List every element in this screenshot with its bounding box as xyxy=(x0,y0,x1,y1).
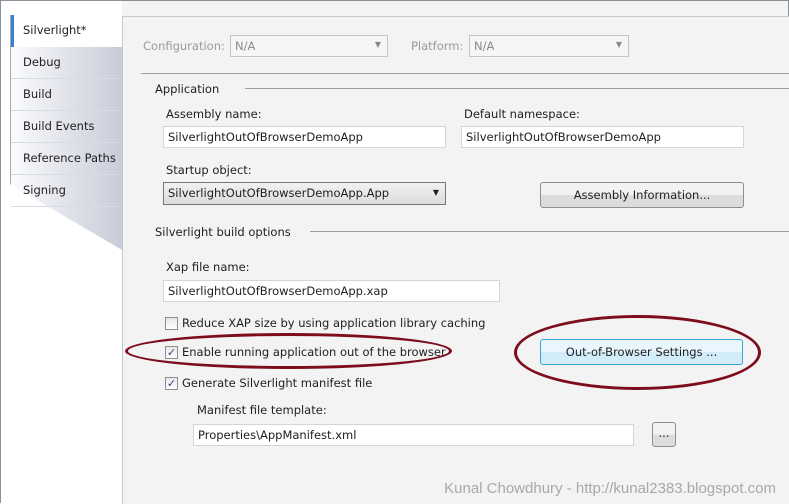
manifest-template-input[interactable]: Properties\AppManifest.xml xyxy=(193,424,634,446)
xap-file-name-label: Xap file name: xyxy=(166,260,250,274)
project-properties-window: Silverlight* Debug Build Build Events Re… xyxy=(0,0,789,504)
startup-object-label: Startup object: xyxy=(166,163,252,177)
xap-file-name-input[interactable]: SilverlightOutOfBrowserDemoApp.xap xyxy=(163,280,500,302)
tab-signing[interactable]: Signing xyxy=(11,175,118,207)
divider xyxy=(141,73,789,74)
configuration-value: N/A xyxy=(235,39,256,53)
divider xyxy=(245,88,789,89)
platform-label: Platform: xyxy=(411,39,464,53)
annotation-ellipse xyxy=(125,333,452,369)
manifest-template-label: Manifest file template: xyxy=(197,403,327,417)
reduce-xap-label: Reduce XAP size by using application lib… xyxy=(182,316,486,330)
startup-object-value: SilverlightOutOfBrowserDemoApp.App xyxy=(168,186,390,200)
tab-sidebar: Silverlight* Debug Build Build Events Re… xyxy=(1,1,122,503)
reduce-xap-checkbox[interactable] xyxy=(165,317,178,330)
build-options-heading: Silverlight build options xyxy=(155,225,291,239)
configuration-dropdown: N/A ▼ xyxy=(230,35,388,57)
properties-panel: Configuration: N/A ▼ Platform: N/A ▼ Appli… xyxy=(122,16,789,504)
tab-build-events[interactable]: Build Events xyxy=(11,111,118,143)
browse-button[interactable]: ... xyxy=(652,422,676,447)
chevron-down-icon: ▼ xyxy=(374,40,381,49)
generate-manifest-label: Generate Silverlight manifest file xyxy=(182,376,373,390)
watermark: Kunal Chowdhury - http://kunal2383.blogs… xyxy=(444,480,776,497)
divider xyxy=(310,231,789,232)
tab-build[interactable]: Build xyxy=(11,79,118,111)
platform-value: N/A xyxy=(474,39,495,53)
assembly-information-button[interactable]: Assembly Information... xyxy=(540,182,744,208)
default-namespace-input[interactable]: SilverlightOutOfBrowserDemoApp xyxy=(461,126,744,148)
default-namespace-label: Default namespace: xyxy=(464,107,580,121)
chevron-down-icon: ▼ xyxy=(432,188,439,197)
platform-dropdown: N/A ▼ xyxy=(469,35,629,57)
chevron-down-icon: ▼ xyxy=(615,40,622,49)
assembly-name-input[interactable]: SilverlightOutOfBrowserDemoApp xyxy=(163,126,446,148)
tab-debug[interactable]: Debug xyxy=(11,47,118,79)
tab-silverlight[interactable]: Silverlight* xyxy=(11,15,122,47)
application-heading: Application xyxy=(155,82,220,96)
annotation-ellipse xyxy=(514,315,761,390)
startup-object-dropdown[interactable]: SilverlightOutOfBrowserDemoApp.App ▼ xyxy=(163,182,446,205)
assembly-name-label: Assembly name: xyxy=(166,107,262,121)
configuration-label: Configuration: xyxy=(143,39,225,53)
generate-manifest-checkbox[interactable]: ✓ xyxy=(165,377,178,390)
tab-reference-paths[interactable]: Reference Paths xyxy=(11,143,118,175)
